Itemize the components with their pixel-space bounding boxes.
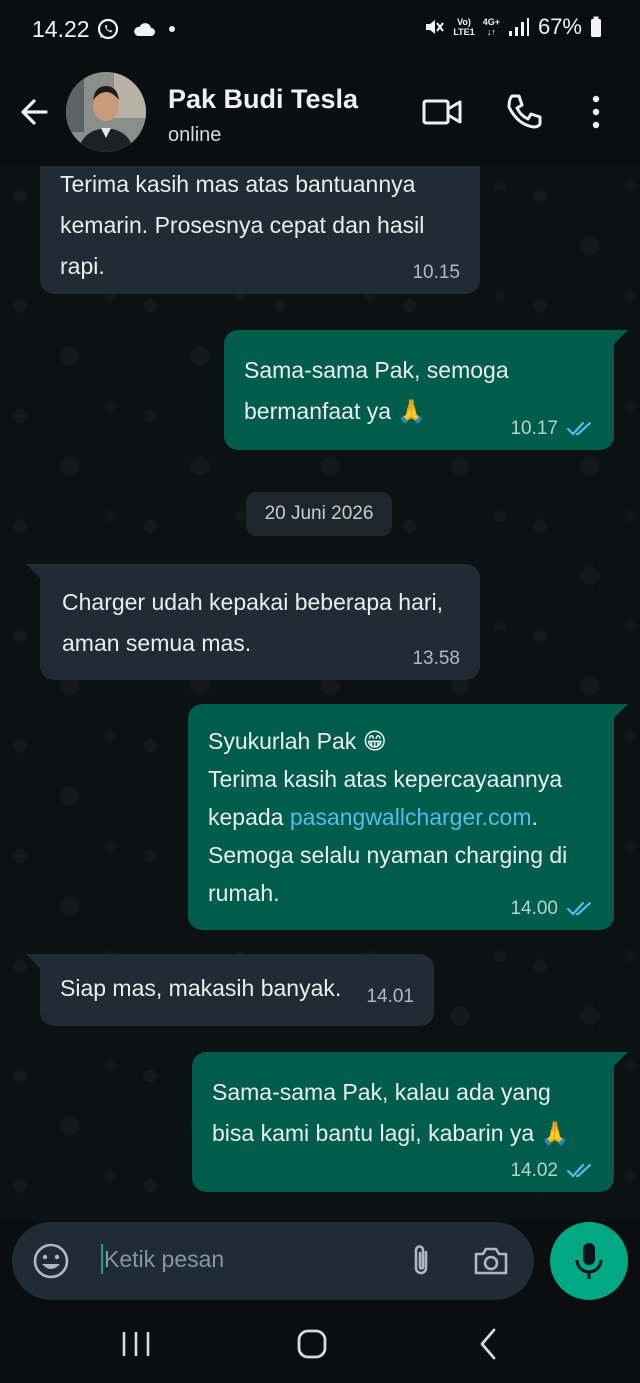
bubble-tail: [612, 330, 628, 346]
read-receipt-icon: [566, 421, 592, 436]
message-bubble-incoming[interactable]: Terima kasih mas atas bantuannya kemarin…: [40, 166, 480, 294]
volte-label: Vo): [457, 17, 471, 27]
read-receipt-icon: [566, 901, 592, 916]
chat-header: Pak Budi Tesla online: [0, 62, 640, 166]
message-meta: 14.00: [510, 898, 594, 920]
battery-icon: [591, 16, 601, 37]
message-bubble-outgoing[interactable]: Sama-sama Pak, semoga bermanfaat ya 🙏 10…: [224, 330, 614, 450]
bubble-tail: [26, 954, 42, 970]
text-caret: [101, 1244, 103, 1274]
system-navigation-bar: [0, 1302, 640, 1383]
message-time: 10.15: [412, 262, 460, 283]
message-input[interactable]: Ketik pesan: [104, 1246, 224, 1273]
lte-label: LTE1: [453, 27, 475, 37]
message-meta: 13.58: [412, 648, 460, 670]
message-bubble-outgoing[interactable]: Sama-sama Pak, kalau ada yang bisa kami …: [192, 1052, 614, 1192]
back-arrow-icon[interactable]: [16, 92, 56, 132]
nav-back-icon[interactable]: [466, 1322, 510, 1366]
contact-avatar[interactable]: [66, 72, 146, 152]
date-separator: 20 Juni 2026: [246, 492, 392, 536]
dot-icon: [169, 26, 175, 32]
message-time: 14.00: [510, 898, 558, 919]
message-meta: 10.15: [412, 262, 460, 284]
message-bubble-outgoing[interactable]: Syukurlah Pak 😁 Terima kasih atas keperc…: [188, 704, 614, 930]
website-link[interactable]: pasangwallcharger.com: [290, 804, 532, 830]
volte-indicator: Vo) LTE1: [453, 17, 474, 37]
contact-status: online: [168, 124, 222, 146]
whatsapp-chat-screen: 14.22 Vo) LTE1 4G+ ↓↑ 67% Pak Budi Tesla…: [0, 0, 640, 1383]
bubble-tail: [612, 704, 628, 720]
message-list[interactable]: Terima kasih mas atas bantuannya kemarin…: [0, 166, 640, 1220]
message-meta: 10.17: [510, 418, 594, 440]
message-text: Syukurlah Pak 😁 Terima kasih atas keperc…: [208, 722, 594, 912]
read-receipt-icon: [566, 1163, 592, 1178]
message-time: 14.01: [366, 986, 414, 1007]
microphone-icon: [575, 1243, 603, 1279]
bubble-tail: [26, 564, 42, 580]
message-text: Terima kasih mas atas bantuannya kemarin…: [60, 171, 425, 279]
cloud-icon: [134, 23, 155, 36]
bubble-tail: [612, 1052, 628, 1068]
status-bar: 14.22 Vo) LTE1 4G+ ↓↑ 67%: [0, 0, 640, 62]
message-bubble-incoming[interactable]: Siap mas, makasih banyak. 14.01: [40, 954, 434, 1026]
message-meta: 14.02: [510, 1160, 594, 1182]
message-text: Sama-sama Pak, kalau ada yang bisa kami …: [212, 1079, 570, 1146]
message-meta: 14.01: [366, 986, 414, 1008]
message-time: 14.02: [510, 1160, 558, 1181]
notification-icons: [96, 17, 176, 41]
message-text: Charger udah kepakai beberapa hari, aman…: [62, 589, 444, 656]
message-composer[interactable]: Ketik pesan: [12, 1222, 534, 1300]
message-bubble-incoming[interactable]: Charger udah kepakai beberapa hari, aman…: [40, 564, 480, 680]
more-options-icon[interactable]: [574, 90, 618, 134]
home-icon[interactable]: [290, 1322, 334, 1366]
message-time: 13.58: [412, 648, 460, 669]
phone-icon[interactable]: [502, 90, 546, 134]
contact-name[interactable]: Pak Budi Tesla: [168, 84, 358, 115]
video-call-icon[interactable]: [420, 90, 464, 134]
avatar-photo-icon: [66, 72, 146, 152]
message-time: 10.17: [510, 418, 558, 439]
system-status-icons: Vo) LTE1 4G+ ↓↑ 67%: [423, 14, 602, 40]
message-text: Siap mas, makasih banyak.: [60, 975, 342, 1001]
battery-percent: 67%: [537, 14, 582, 39]
status-time: 14.22: [32, 16, 90, 42]
emoji-icon[interactable]: [30, 1240, 72, 1282]
whatsapp-notification-icon: [97, 18, 119, 40]
data-arrows: ↓↑: [486, 27, 496, 37]
attach-icon[interactable]: [400, 1240, 442, 1282]
voice-message-button[interactable]: [550, 1222, 628, 1300]
mute-icon: [426, 20, 445, 34]
network-type: 4G+ ↓↑: [483, 17, 500, 37]
signal-icon: [508, 18, 529, 36]
recent-apps-icon[interactable]: [114, 1322, 158, 1366]
camera-icon[interactable]: [470, 1240, 512, 1282]
network-type-label: 4G+: [482, 17, 500, 27]
